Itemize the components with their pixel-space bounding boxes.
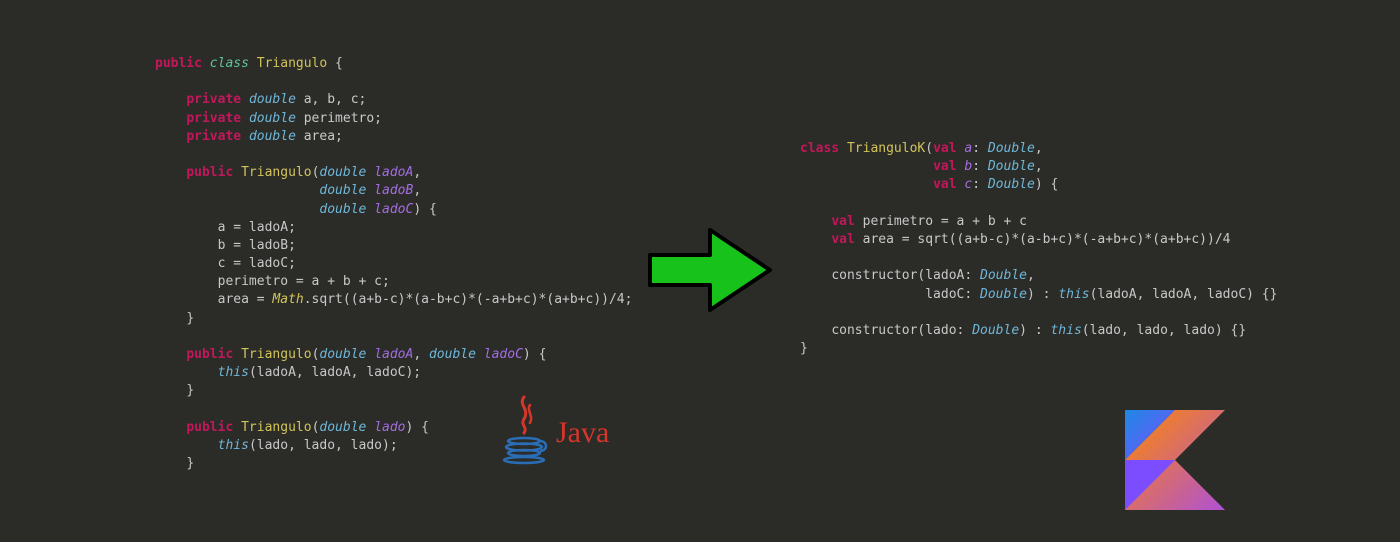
kw-public: public xyxy=(186,420,233,435)
brace: } xyxy=(800,341,808,356)
constructor-name: Triangulo xyxy=(241,347,311,362)
field-perimetro: perimetro; xyxy=(296,111,382,126)
type-double: double xyxy=(319,347,366,362)
kw-class: class xyxy=(800,141,839,156)
constructor-kw: constructor(lado: xyxy=(831,323,972,338)
colon: ) : xyxy=(1019,323,1050,338)
brace: ) { xyxy=(1035,177,1058,192)
this-kw: this xyxy=(1058,287,1089,302)
brace: ) { xyxy=(413,202,436,217)
comma: , xyxy=(1035,159,1043,174)
param-lado: lado xyxy=(374,420,405,435)
kw-val: val xyxy=(831,232,854,247)
brace: ) { xyxy=(523,347,546,362)
param-ladoA: ladoA xyxy=(374,347,413,362)
kw-class: class xyxy=(210,56,249,71)
java-logo-text: Java xyxy=(556,412,609,454)
this-call: (ladoA, ladoA, ladoC); xyxy=(249,365,421,380)
type-double: Double xyxy=(972,323,1019,338)
brace: { xyxy=(327,56,343,71)
prop-area: area = sqrt((a+b-c)*(a-b+c)*(-a+b+c)*(a+… xyxy=(855,232,1231,247)
kw-public: public xyxy=(155,56,202,71)
class-name: TrianguloK xyxy=(847,141,925,156)
this-call: (ladoA, ladoA, ladoC) {} xyxy=(1090,287,1278,302)
this-call: (lado, lado, lado) {} xyxy=(1082,323,1246,338)
type-double: double xyxy=(319,165,366,180)
comma: , xyxy=(413,183,421,198)
stmt-b: b = ladoB; xyxy=(218,238,296,253)
kw-private: private xyxy=(186,129,241,144)
type-double: double xyxy=(319,183,366,198)
java-logo-icon: Java xyxy=(500,395,609,471)
brace: } xyxy=(186,456,194,471)
this-call: (lado, lado, lado); xyxy=(249,438,398,453)
brace: } xyxy=(186,383,194,398)
kotlin-code: class TrianguloK(val a: Double, val b: D… xyxy=(800,140,1277,358)
kw-val: val xyxy=(831,214,854,229)
brace: ) { xyxy=(406,420,429,435)
comma: , xyxy=(1035,141,1043,156)
kw-public: public xyxy=(186,165,233,180)
comma: , xyxy=(1027,268,1035,283)
kw-val: val xyxy=(933,159,956,174)
colon: : xyxy=(972,141,988,156)
stmt-area-lhs: area = xyxy=(218,292,273,307)
kw-public: public xyxy=(186,347,233,362)
kotlin-logo-icon xyxy=(1125,410,1225,516)
java-cup-icon xyxy=(500,395,548,471)
param-ladoA: ladoA xyxy=(374,165,413,180)
param-ladoC: ladoC xyxy=(374,202,413,217)
param-c: c xyxy=(964,177,972,192)
colon: ) : xyxy=(1027,287,1058,302)
this-kw: this xyxy=(218,365,249,380)
constructor-kw: constructor(ladoA: xyxy=(831,268,980,283)
type-double: Double xyxy=(980,287,1027,302)
type-double: double xyxy=(429,347,476,362)
field-abc: a, b, c; xyxy=(296,92,366,107)
stmt-c: c = ladoC; xyxy=(218,256,296,271)
type-double: Double xyxy=(980,268,1027,283)
comma: , xyxy=(413,347,429,362)
type-double: double xyxy=(249,129,296,144)
paren: ( xyxy=(925,141,933,156)
param-ladoC: ladoC xyxy=(484,347,523,362)
type-double: Double xyxy=(988,177,1035,192)
type-double: Double xyxy=(988,141,1035,156)
kw-val: val xyxy=(933,141,956,156)
param-b: b xyxy=(964,159,972,174)
this-kw: this xyxy=(1050,323,1081,338)
kw-val: val xyxy=(933,177,956,192)
stmt-perimetro: perimetro = a + b + c; xyxy=(218,274,390,289)
stmt-area-rhs: .sqrt((a+b-c)*(a-b+c)*(-a+b+c)*(a+b+c))/… xyxy=(304,292,633,307)
param-ladoB: ladoB xyxy=(374,183,413,198)
param-ladoC: ladoC: xyxy=(925,287,980,302)
class-name: Triangulo xyxy=(257,56,327,71)
comma: , xyxy=(413,165,421,180)
constructor-name: Triangulo xyxy=(241,420,311,435)
field-area: area; xyxy=(296,129,343,144)
prop-perimetro: perimetro = a + b + c xyxy=(855,214,1027,229)
stmt-a: a = ladoA; xyxy=(218,220,296,235)
type-double: double xyxy=(319,420,366,435)
brace: } xyxy=(186,311,194,326)
type-double: double xyxy=(319,202,366,217)
kw-private: private xyxy=(186,111,241,126)
arrow-icon xyxy=(640,220,780,320)
type-double: double xyxy=(249,111,296,126)
comparison-container: public class Triangulo { private double … xyxy=(0,0,1400,542)
constructor-name: Triangulo xyxy=(241,165,311,180)
kw-private: private xyxy=(186,92,241,107)
type-double: double xyxy=(249,92,296,107)
this-kw: this xyxy=(218,438,249,453)
type-double: Double xyxy=(988,159,1035,174)
math-ref: Math xyxy=(272,292,303,307)
